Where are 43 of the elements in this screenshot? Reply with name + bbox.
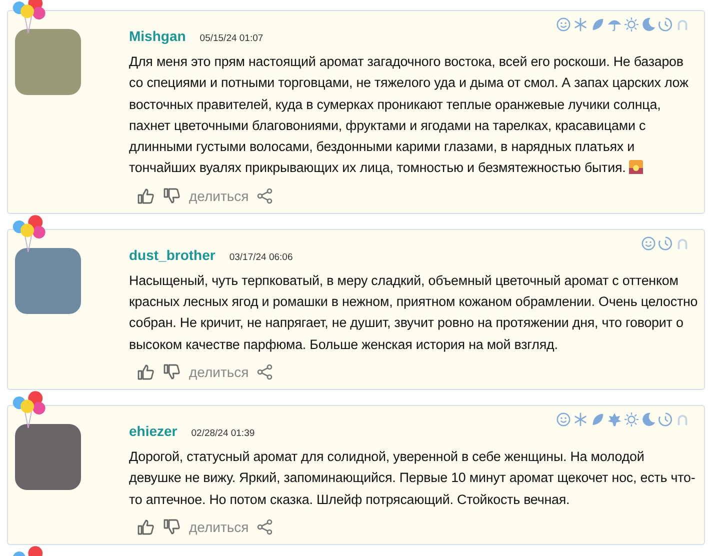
avatar-photo-placeholder[interactable] xyxy=(15,424,81,490)
thumbs-down-icon[interactable] xyxy=(163,186,181,205)
smiley-icon[interactable] xyxy=(641,236,656,251)
author-name[interactable]: Mishgan xyxy=(129,28,186,44)
smiley-icon[interactable] xyxy=(556,412,571,427)
sun-icon[interactable] xyxy=(624,412,639,427)
review-date: 05/15/24 01:07 xyxy=(200,33,264,44)
moon-icon[interactable] xyxy=(641,17,656,32)
share-icon[interactable] xyxy=(256,364,273,380)
leaf-icon[interactable] xyxy=(590,412,605,427)
maple-leaf-icon[interactable] xyxy=(607,412,622,427)
moon-icon[interactable] xyxy=(641,412,656,427)
share-icon[interactable] xyxy=(256,188,273,204)
review-text: Для меня это прям настоящий аромат загадочного востока, всей его роскоши. Не базаров со специями и потными торговцами, не тяжелого уда и дыма от смол. А запах царских лож восточных правителей, куда в сумерках проникают теплые оранжевые лучики солнца, пахнет цветочными благовониями, фруктами и ягодами на тарелках, красавицами с длинными густыми волосами, бездонными карими глазами, в нарядных платьях и тончайших вуалях прикрывающих их лица, томностью и безмятежностью бытия. xyxy=(129,54,688,176)
clock-icon[interactable] xyxy=(658,412,673,427)
share-icon[interactable] xyxy=(256,518,273,535)
thumbs-down-icon[interactable] xyxy=(163,362,181,381)
balloons-icon xyxy=(12,0,48,35)
avatar-photo-placeholder[interactable] xyxy=(15,248,81,314)
sun-icon[interactable] xyxy=(624,17,639,32)
snowflake-icon[interactable] xyxy=(573,17,588,32)
clock-icon[interactable] xyxy=(658,17,673,32)
thumbs-up-icon[interactable] xyxy=(137,186,155,205)
review-text: Дорогой, статусный аромат для солидной, уверенной в себе женщины. На молодой девушке не вижу. Яркий, запоминающийся. Первые 10 минут аромат щекочет нос, есть что-то аптечное. Но потом сказка. Шлейф потрясающий. Стойкость вечная. xyxy=(129,448,696,507)
snowflake-icon[interactable] xyxy=(573,412,588,427)
avatar-photo-placeholder[interactable] xyxy=(15,29,81,95)
smiley-icon[interactable] xyxy=(556,17,571,32)
review-date: 02/28/24 01:39 xyxy=(191,428,255,439)
share-link[interactable]: делиться xyxy=(189,188,249,204)
thumbs-up-icon[interactable] xyxy=(137,362,155,381)
clock-icon[interactable] xyxy=(658,236,673,251)
balloons-icon xyxy=(12,390,48,430)
thumbs-down-icon[interactable] xyxy=(163,518,181,536)
author-name[interactable]: ehiezer xyxy=(129,422,178,439)
thumbs-up-icon[interactable] xyxy=(137,518,155,536)
review-date: 03/17/24 06:06 xyxy=(229,252,293,263)
balloons-icon xyxy=(12,214,48,254)
share-link[interactable]: делиться xyxy=(189,364,249,380)
review-text: Насыщеный, чуть терпковатый, в меру сладкий, объемный цветочный аромат с оттенком красных лесных ягод и ромашки в нежном, приятном кожаном обрамлении. Очень целостно собран. Не кричит, не напрягает, не душит, звучит ровно на протяжении дня, что говорит о высоком качестве парфюма. Больше женская история на мой взгляд. xyxy=(129,272,698,352)
arch-icon[interactable] xyxy=(675,17,690,32)
share-link[interactable]: делиться xyxy=(189,518,249,535)
author-name[interactable]: dust_brother xyxy=(129,246,216,263)
leaf-icon[interactable] xyxy=(590,17,605,32)
